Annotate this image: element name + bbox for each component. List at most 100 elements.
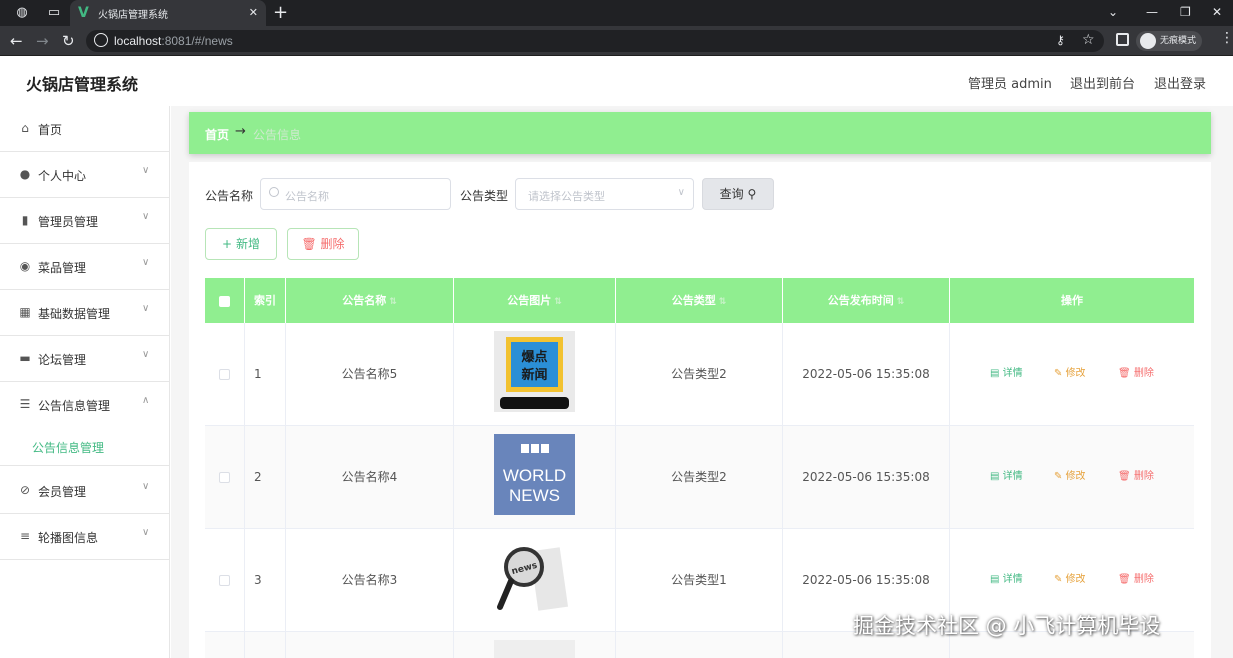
row-actions: ▤ 详情 ✎ 修改 🗑 删除 [950,426,1194,529]
home-icon: ⌂ [21,121,29,135]
back-icon[interactable]: ← [10,32,23,50]
batch-delete-button[interactable]: 🗑 删除 [287,228,359,260]
notice-image[interactable]: 爆点 新闻 [494,331,575,412]
row-checkbox[interactable] [219,472,230,483]
row-checkbox[interactable] [219,369,230,380]
exit-to-front-link[interactable]: 退出到前台 [1070,73,1135,92]
location-icon: ◉ [19,259,31,273]
delete-button[interactable]: 🗑 删除 [1118,574,1154,586]
chevron-down-icon: ∨ [142,349,150,360]
delete-button[interactable]: 🗑 删除 [1118,368,1154,380]
sidebar-item-members[interactable]: ⊘ 会员管理 ∨ [0,468,170,514]
table-row: 1 公告名称5 爆点 新闻 公告类型2 2022-05-06 15:35:08 ▤… [205,323,1194,426]
sidebar-subitem-notices[interactable]: 公告信息管理 [0,426,170,466]
sort-icon[interactable]: ⇅ [897,297,905,307]
sidebar-item-home[interactable]: ⌂ 首页 [0,106,170,152]
header-name[interactable]: 公告名称 ⇅ [286,278,454,323]
plus-icon: + [222,237,233,251]
detail-button[interactable]: ▤ 详情 [990,471,1023,483]
sidebar-item-notices[interactable]: ☰ 公告信息管理 ∧ [0,382,170,428]
name-search-input[interactable]: 公告名称 [260,178,451,210]
site-info-icon[interactable] [94,33,108,47]
url-field[interactable]: localhost:8081/#/news ⚷ ☆ [86,30,1104,52]
edit-button[interactable]: ✎ 修改 [1054,471,1086,483]
chevron-down-icon: ∨ [142,165,150,176]
search-icon: ⚲ [747,187,757,201]
edit-button[interactable]: ✎ 修改 [1054,368,1086,380]
row-type: 公告类型1 [616,529,783,632]
edit-button[interactable]: ✎ 修改 [1054,574,1086,586]
search-icon [269,187,279,197]
query-button[interactable]: 查询 ⚲ [702,178,774,210]
browser-tab[interactable]: V 火锅店管理系统 ✕ [70,0,266,26]
reload-icon[interactable]: ↻ [62,32,75,50]
add-button-label: 新增 [235,237,260,251]
breadcrumb-current: 公告信息 [253,128,302,142]
sidebar-item-label: 管理员管理 [38,215,99,229]
key-icon[interactable]: ⚷ [1056,33,1065,47]
maximize-icon[interactable]: ❐ [1180,4,1191,20]
name-filter-label: 公告名称 [205,189,254,203]
browser-menu-icon[interactable]: ⋮ [1220,30,1233,46]
chevron-down-icon: ∨ [677,187,685,198]
row-type: 公告类型2 [616,426,783,529]
row-index [245,632,286,658]
window-icon[interactable]: ▭ [46,5,62,21]
row-time: 2022-05-06 15:35:08 [783,323,950,426]
grid-icon: ▦ [19,305,31,319]
delete-button[interactable]: 🗑 删除 [1118,471,1154,483]
row-index: 1 [245,323,286,426]
sidebar-item-basic-data[interactable]: ▦ 基础数据管理 ∨ [0,290,170,336]
bookmark-star-icon[interactable]: ☆ [1082,32,1095,48]
type-select[interactable]: 请选择公告类型 ∨ [515,178,694,210]
notice-image[interactable]: WORLD NEWS [494,434,575,515]
sidebar-item-carousel[interactable]: ≡ 轮播图信息 ∨ [0,514,170,560]
globe-icon[interactable]: ◍ [14,5,30,21]
table-header: 索引 公告名称 ⇅ 公告图片 ⇅ 公告类型 ⇅ 公告发布时间 ⇅ 操作 [205,278,1194,323]
sidebar-item-profile[interactable]: ● 个人中心 ∨ [0,152,170,198]
incognito-label: 无痕模式 [1160,36,1197,46]
row-select-cell [205,529,245,632]
incognito-badge[interactable]: 无痕模式 [1136,31,1203,51]
tab-search-icon[interactable]: ⌄ [1108,4,1118,20]
sort-icon[interactable]: ⇅ [719,297,727,307]
add-button[interactable]: + 新增 [205,228,277,260]
browser-tab-strip: ◍ ▭ V 火锅店管理系统 ✕ + ⌄ — ❐ ✕ [0,0,1233,26]
select-all-cell [205,278,245,323]
user-icon: ● [19,167,31,181]
sidebar-item-label: 首页 [38,123,63,137]
sort-icon[interactable]: ⇅ [554,297,562,307]
sidebar: ⌂ 首页 ● 个人中心 ∨ ▮ 管理员管理 ∨ ◉ 菜品管理 ∨ ▦ 基础数据管… [0,106,170,658]
select-all-checkbox[interactable] [219,295,230,307]
sidebar-item-label: 会员管理 [38,485,87,499]
notice-image[interactable]: news [494,537,575,618]
table-row: 2 公告名称4 WORLD NEWS 公告类型2 2022-05-06 15:3… [205,426,1194,529]
extension-icon[interactable] [1116,33,1129,46]
sidebar-item-dishes[interactable]: ◉ 菜品管理 ∨ [0,244,170,290]
delete-button-label: 删除 [320,237,345,251]
sidebar-item-forum[interactable]: ▬ 论坛管理 ∨ [0,336,170,382]
chevron-down-icon: ∨ [142,211,150,222]
logout-link[interactable]: 退出登录 [1154,73,1206,92]
row-name: 公告名称5 [286,323,454,426]
row-index: 2 [245,426,286,529]
sidebar-item-admins[interactable]: ▮ 管理员管理 ∨ [0,198,170,244]
close-window-icon[interactable]: ✕ [1212,4,1222,20]
forward-icon[interactable]: → [36,32,49,50]
row-checkbox[interactable] [219,575,230,586]
tab-title: 火锅店管理系统 [98,10,168,21]
header-type[interactable]: 公告类型 ⇅ [616,278,783,323]
notice-image[interactable] [494,640,575,658]
header-image[interactable]: 公告图片 ⇅ [454,278,616,323]
breadcrumb-home[interactable]: 首页 [205,126,229,143]
query-button-label: 查询 [719,187,744,201]
header-time[interactable]: 公告发布时间 ⇅ [783,278,950,323]
minimize-icon[interactable]: — [1146,4,1158,20]
sort-icon[interactable]: ⇅ [389,297,397,307]
new-tab-button[interactable]: + [273,3,288,23]
detail-button[interactable]: ▤ 详情 [990,574,1023,586]
tab-close-icon[interactable]: ✕ [249,5,258,21]
admin-label: 管理员 admin [968,77,1052,92]
row-image-cell: WORLD NEWS [454,426,616,529]
detail-button[interactable]: ▤ 详情 [990,368,1023,380]
